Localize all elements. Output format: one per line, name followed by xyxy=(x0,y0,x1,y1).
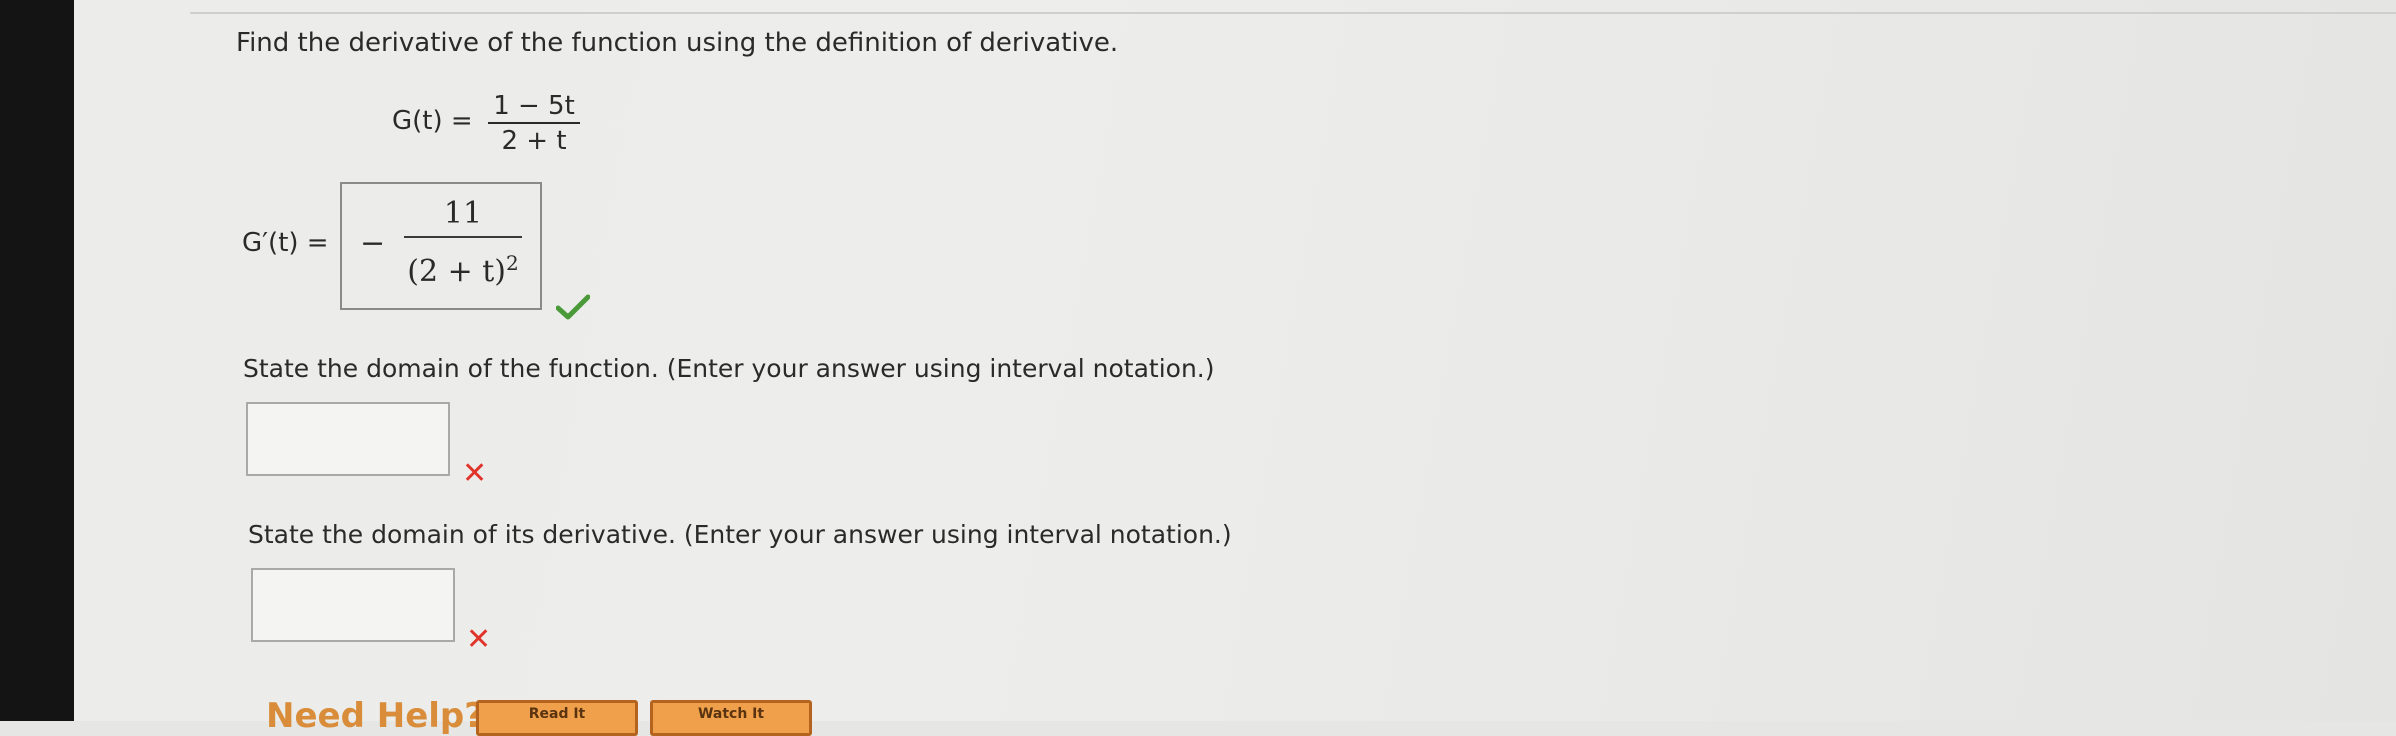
derivative-lhs: G′(t) = xyxy=(242,228,329,258)
function-denominator: 2 + t xyxy=(501,126,567,156)
function-numerator: 1 − 5t xyxy=(493,91,575,121)
check-icon xyxy=(556,294,590,320)
answer-denominator: (2 + t) xyxy=(407,254,507,289)
x-mark-icon: ✕ xyxy=(466,622,492,657)
answer-numerator: 11 xyxy=(443,196,483,231)
watch-it-button[interactable]: Watch It xyxy=(650,700,812,736)
left-bezel xyxy=(0,0,74,721)
top-divider xyxy=(190,0,2396,14)
answer-sign: − xyxy=(360,226,386,261)
read-it-button[interactable]: Read It xyxy=(476,700,638,736)
answer-exponent: 2 xyxy=(506,251,519,275)
x-mark-icon: ✕ xyxy=(462,456,488,491)
domain-derivative-prompt: State the domain of its derivative. (Ent… xyxy=(248,520,1232,549)
function-fraction: 1 − 5t 2 + t xyxy=(488,90,580,158)
domain-function-input[interactable] xyxy=(246,402,450,476)
instruction-text: Find the derivative of the function usin… xyxy=(236,28,1119,58)
need-help-label: Need Help? xyxy=(266,696,484,736)
derivative-answer-box[interactable]: − 11 (2 + t)2 xyxy=(340,182,542,310)
answer-fraction: 11 (2 + t)2 xyxy=(398,192,528,297)
domain-derivative-input[interactable] xyxy=(251,568,455,642)
domain-function-prompt: State the domain of the function. (Enter… xyxy=(243,354,1215,383)
function-lhs: G(t) = xyxy=(392,106,473,136)
answer-denominator-wrap: (2 + t)2 xyxy=(407,238,519,297)
